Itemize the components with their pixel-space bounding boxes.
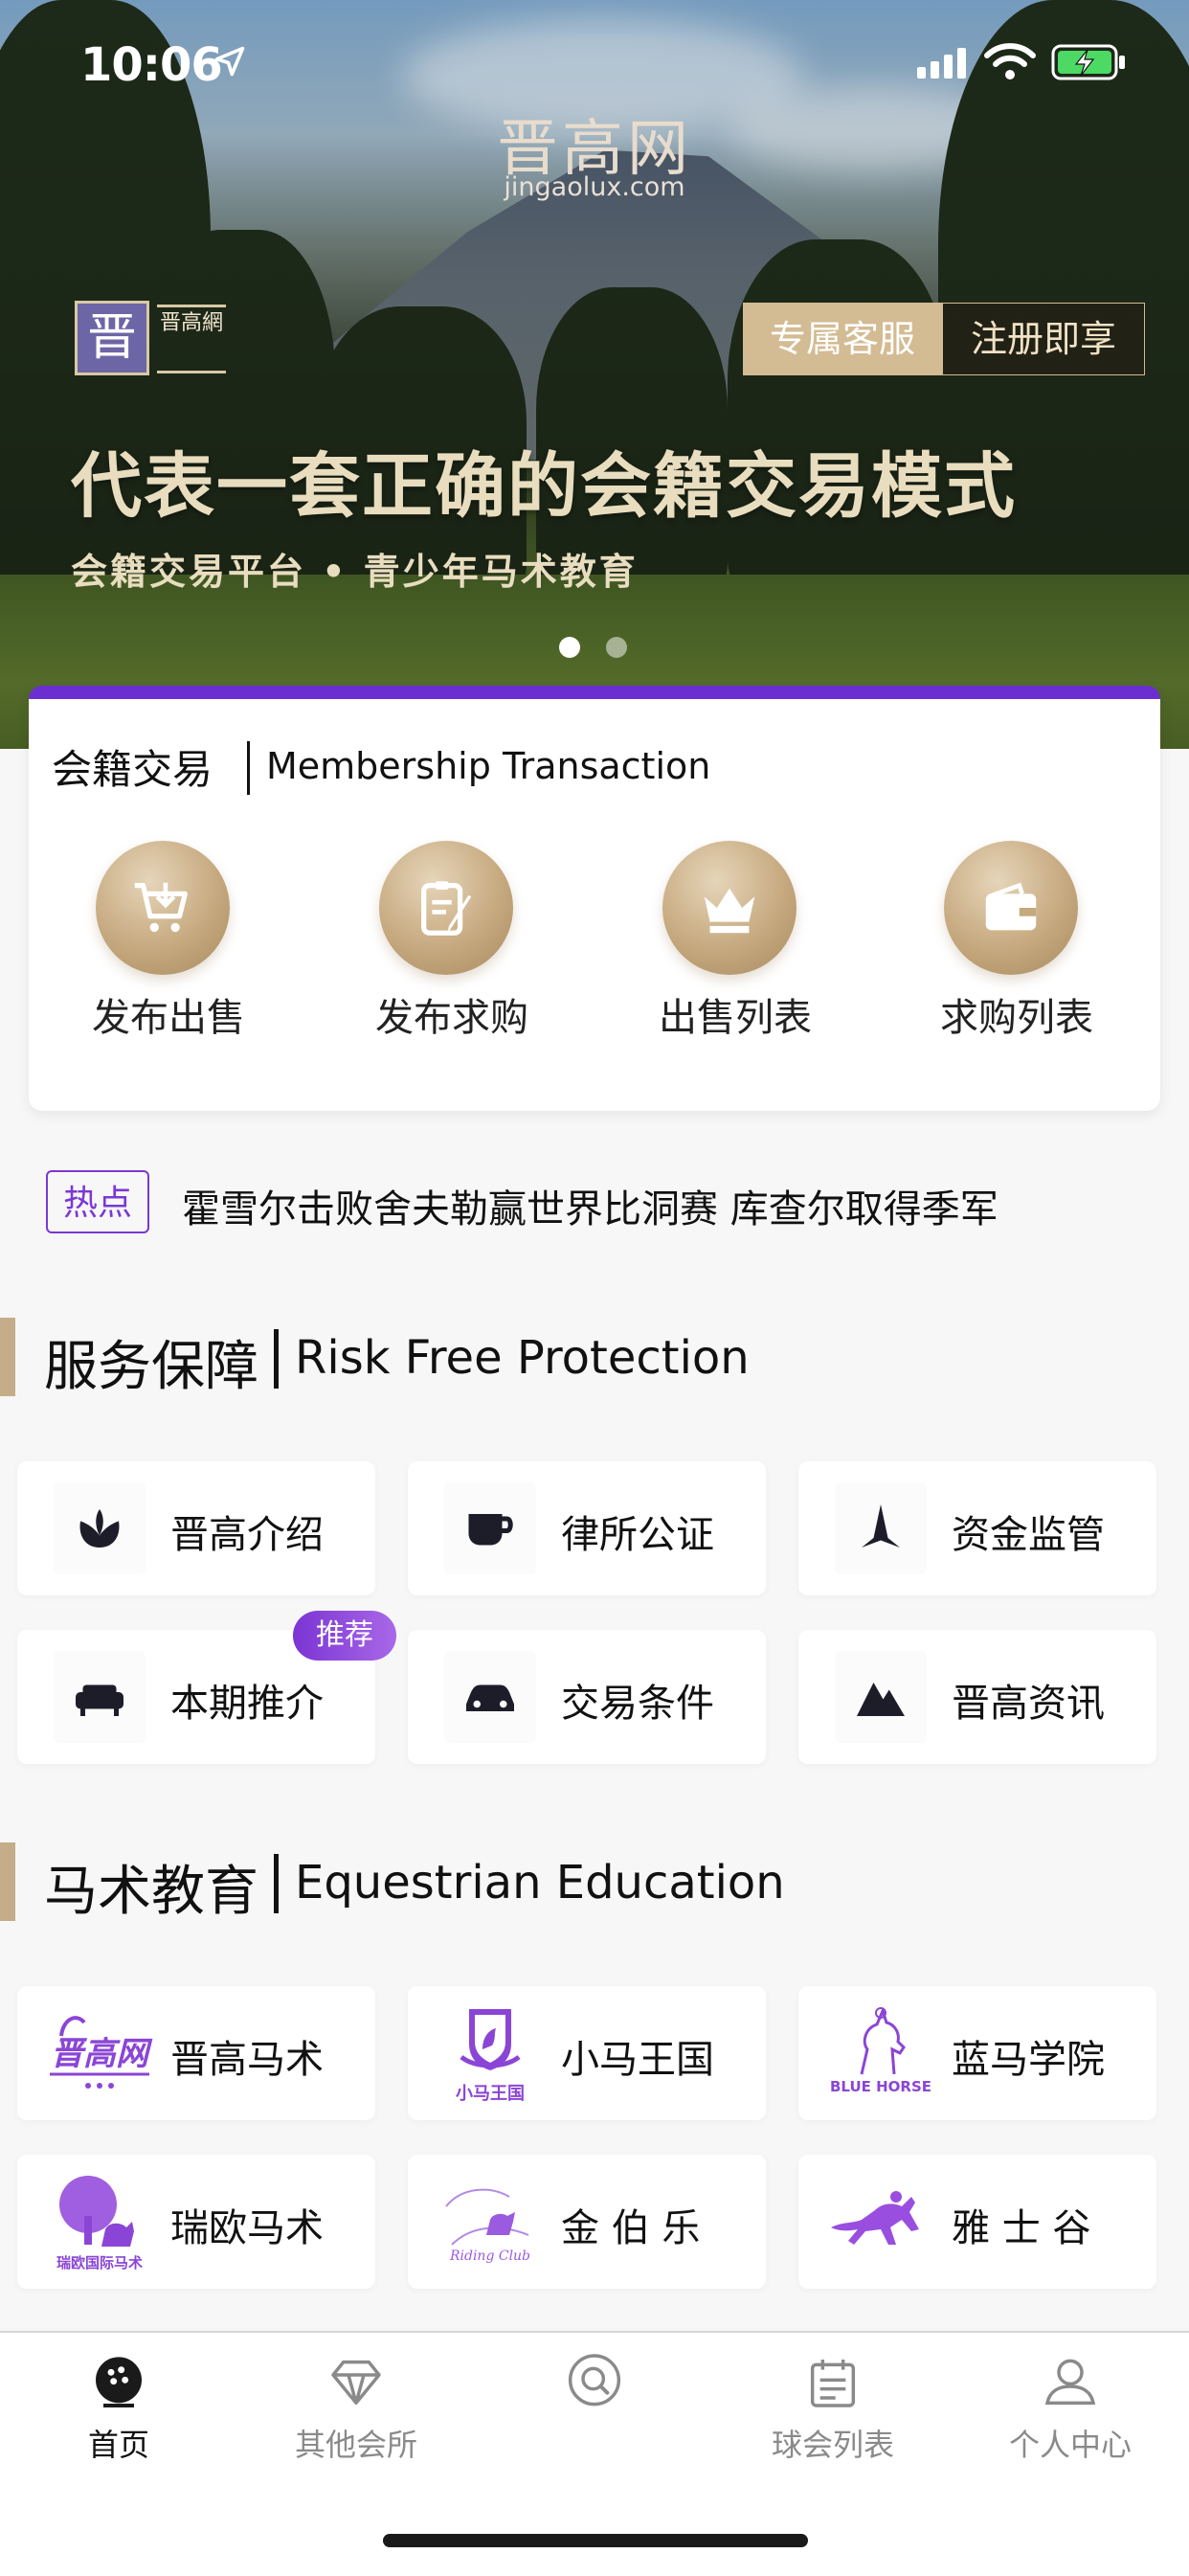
brand-logo-mark: 晋 [75, 301, 149, 375]
brand-logo-text: 晋高網 [157, 305, 226, 373]
golf-ball-icon [96, 2357, 142, 2407]
hot-tag: 热点 [46, 1170, 149, 1233]
wifi-icon [984, 43, 1036, 79]
sofa-icon [76, 1684, 123, 1716]
tile-jingao-equestrian[interactable]: 晋高网 晋高马术 [17, 1986, 375, 2120]
tile-label: 资金监管 [952, 1513, 1105, 1557]
cup-icon [468, 1514, 513, 1546]
section-divider [274, 1329, 279, 1389]
tile-trade-conditions[interactable]: 交易条件 [408, 1630, 766, 1764]
tile-blue-horse[interactable]: BLUE HORSE 蓝马学院 [798, 1986, 1156, 2120]
tile-yashigu[interactable]: 雅 士 谷 [798, 2155, 1156, 2289]
banner-headline: 代表一套正确的会籍交易模式 [71, 445, 1017, 528]
crown-icon [704, 888, 755, 934]
tab-label: 球会列表 [771, 2427, 894, 2463]
tab-search[interactable] [499, 2352, 690, 2421]
membership-subtitle: Membership Transaction [266, 745, 711, 787]
user-icon [1044, 2359, 1096, 2406]
tab-home[interactable]: 首页 [23, 2352, 214, 2465]
exclusive-service-button[interactable]: 专属客服 [743, 303, 942, 375]
sale-list-label[interactable]: 出售列表 [611, 986, 860, 1042]
membership-title: 会籍交易 [52, 746, 213, 793]
car-icon [466, 1684, 514, 1711]
service-section-subtitle: Risk Free Protection [295, 1331, 750, 1385]
home-indicator[interactable] [383, 2534, 808, 2547]
tile-label: 本期推介 [170, 1682, 324, 1726]
banner-subline: 会籍交易平台 • 青少年马术教育 [71, 551, 639, 593]
publish-sale-label[interactable]: 发布出售 [44, 986, 293, 1042]
section-accent-bar [0, 1842, 15, 1921]
svg-text:瑞欧国际马术: 瑞欧国际马术 [56, 2254, 143, 2271]
tile-pony-kingdom[interactable]: 小马王国 小马王国 [408, 1986, 766, 2120]
list-icon [810, 2360, 856, 2407]
tile-label: 小马王国 [561, 2038, 714, 2082]
tile-label: 律所公证 [561, 1513, 714, 1557]
sale-list-button[interactable] [662, 841, 796, 975]
pony-kingdom-logo: 小马王国 [456, 2009, 525, 2104]
tile-jingao-news[interactable]: 晋高资讯 [798, 1630, 1156, 1764]
tile-law-notary[interactable]: 律所公证 [408, 1461, 766, 1595]
lotus-icon [79, 1509, 120, 1548]
tab-profile[interactable]: 个人中心 [975, 2352, 1166, 2465]
search-icon [568, 2354, 621, 2407]
tile-ruiou-equestrian[interactable]: 瑞欧国际马术 瑞欧马术 [17, 2155, 375, 2289]
svg-text:晋高网: 晋高网 [51, 2035, 153, 2073]
brand-domain: jingaolux.com [504, 172, 685, 202]
hot-news-headline[interactable]: 霍雪尔击败舍夫勒赢世界比洞赛 库查尔取得季军 [182, 1178, 998, 1233]
tab-label: 其他会所 [294, 2427, 417, 2463]
svg-text:BLUE HORSE: BLUE HORSE [830, 2078, 931, 2095]
clipboard-pen-icon [421, 881, 472, 936]
service-section-title: 服务保障 [44, 1336, 258, 1398]
location-arrow-icon [214, 46, 245, 77]
yashigu-logo [831, 2191, 919, 2245]
svg-text:小马王国: 小马王国 [456, 2084, 525, 2104]
tile-label: 金 伯 乐 [561, 2206, 701, 2250]
publish-purchase-button[interactable] [379, 841, 513, 975]
cart-icon [134, 882, 188, 933]
diamond-icon [331, 2360, 381, 2406]
tile-label: 蓝马学院 [952, 2038, 1105, 2082]
tab-label: 个人中心 [1008, 2427, 1132, 2463]
tile-label: 晋高马术 [170, 2038, 324, 2082]
tile-label: 雅 士 谷 [952, 2206, 1091, 2250]
publish-sale-button[interactable] [96, 841, 230, 975]
carousel-dot[interactable] [606, 637, 627, 658]
tab-club-list[interactable]: 球会列表 [737, 2352, 929, 2465]
jinbole-logo: Riding Club [445, 2188, 530, 2264]
star-icon [862, 1504, 900, 1548]
jingao-logo: 晋高网 [50, 2016, 153, 2089]
recommend-badge: 推荐 [293, 1611, 396, 1661]
tile-label: 晋高资讯 [952, 1682, 1105, 1726]
svg-text:Riding Club: Riding Club [449, 2248, 530, 2264]
tab-label: 首页 [87, 2427, 149, 2463]
status-indicators [917, 42, 1137, 80]
tile-label: 瑞欧马术 [170, 2206, 324, 2250]
title-divider [247, 741, 250, 795]
ruiou-logo: 瑞欧国际马术 [56, 2176, 143, 2271]
equestrian-section-subtitle: Equestrian Education [295, 1856, 785, 1909]
wallet-icon [985, 882, 1037, 931]
status-time: 10:06 [80, 38, 223, 92]
signal-icon [917, 48, 966, 79]
battery-charging-icon [1051, 44, 1125, 80]
equestrian-section-title: 马术教育 [44, 1861, 258, 1923]
tile-label: 交易条件 [561, 1682, 714, 1726]
purchase-list-button[interactable] [944, 841, 1078, 975]
carousel-dot-active[interactable] [559, 637, 580, 658]
tile-jingao-intro[interactable]: 晋高介绍 [17, 1461, 375, 1595]
purchase-list-label[interactable]: 求购列表 [892, 986, 1141, 1042]
register-button[interactable]: 注册即享 [942, 303, 1145, 375]
blue-horse-logo: BLUE HORSE [830, 2006, 931, 2095]
mountain-icon [857, 1683, 905, 1716]
tile-jinbole[interactable]: Riding Club 金 伯 乐 [408, 2155, 766, 2289]
tile-label: 晋高介绍 [170, 1513, 324, 1557]
section-divider [274, 1854, 279, 1913]
tab-other-clubs[interactable]: 其他会所 [260, 2352, 452, 2465]
section-accent-bar [0, 1318, 15, 1396]
publish-purchase-label[interactable]: 发布求购 [327, 986, 576, 1042]
tile-fund-supervision[interactable]: 资金监管 [798, 1461, 1156, 1595]
